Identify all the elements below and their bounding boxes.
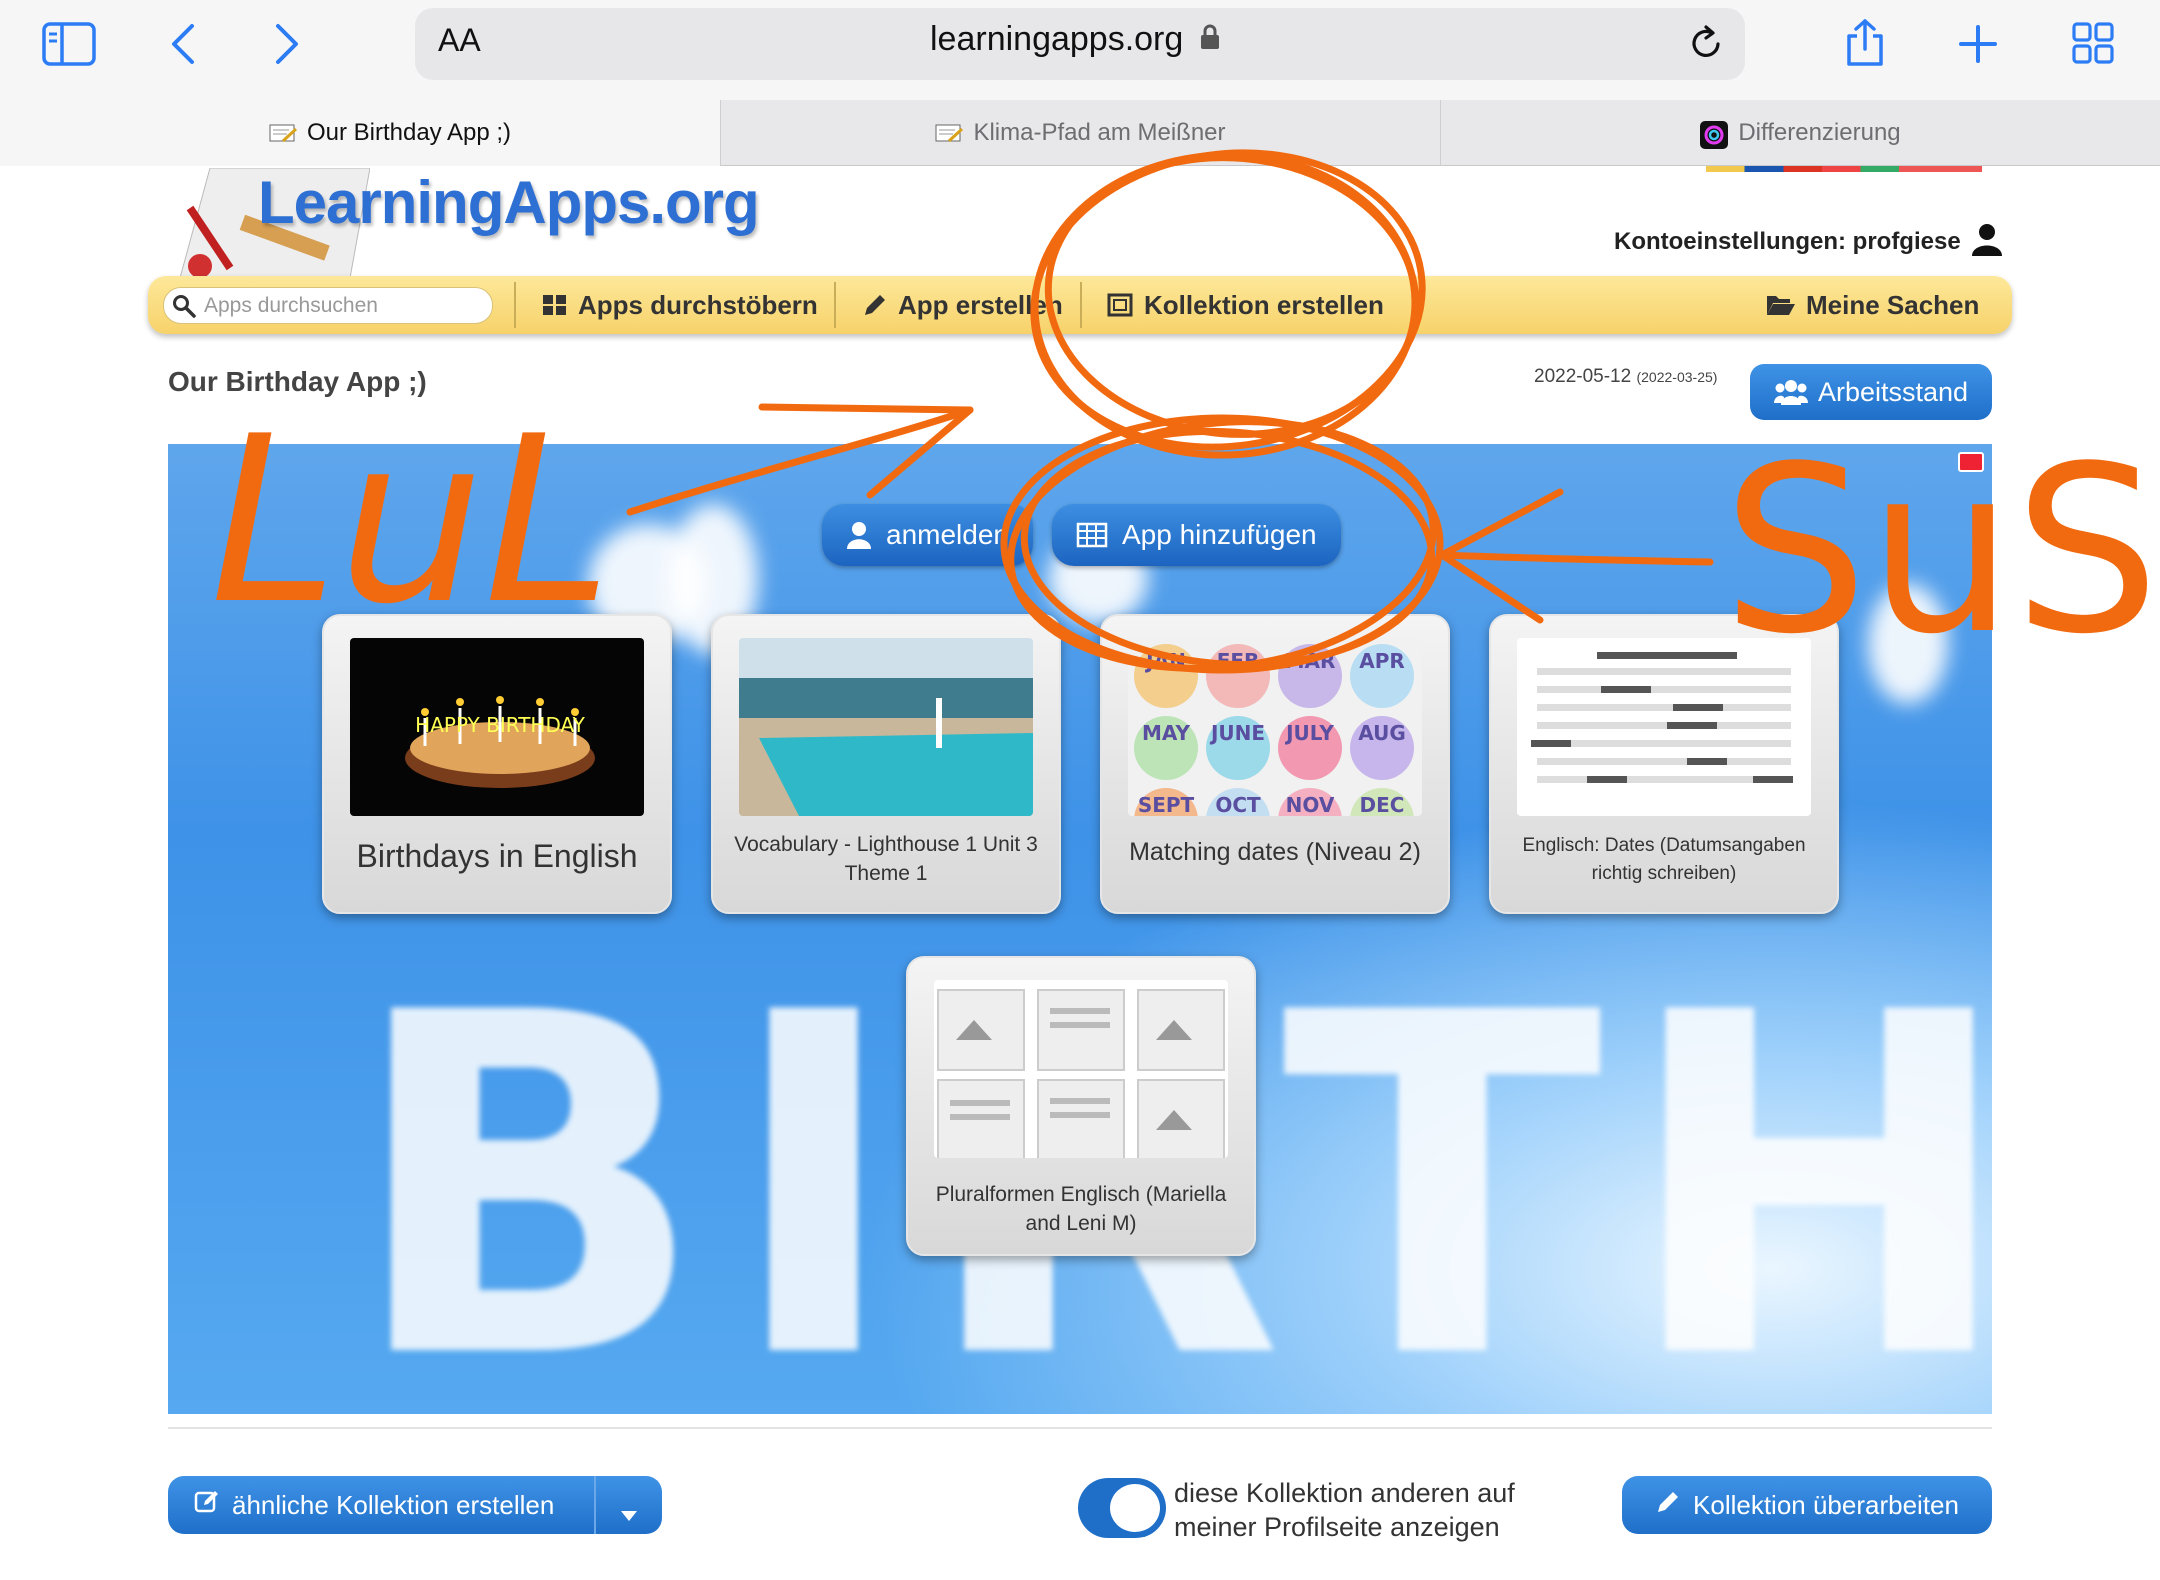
split-divider: [594, 1476, 596, 1534]
annotation-lul: LuL: [210, 388, 612, 655]
edit-collection-label: Kollektion überarbeiten: [1693, 1489, 1959, 1520]
similar-button-label: ähnliche Kollektion erstellen: [232, 1489, 555, 1520]
edit-icon: [194, 1489, 220, 1522]
toggle-label: diese Kollektion anderen auf meiner Prof…: [1174, 1478, 1515, 1542]
arrow-sus-annotation: [1438, 488, 1714, 624]
similar-collection-button[interactable]: ähnliche Kollektion erstellen: [168, 1476, 662, 1534]
pencil-icon: [1655, 1489, 1681, 1522]
caret-down-icon[interactable]: [620, 1498, 638, 1529]
toggle-knob: [1110, 1484, 1160, 1532]
annotation-sus: SuS: [1722, 418, 2160, 685]
footer-divider: [168, 1427, 1992, 1429]
edit-collection-button[interactable]: Kollektion überarbeiten: [1622, 1476, 1992, 1534]
handwritten-annotations: LuL SuS: [210, 149, 2160, 685]
arrow-lul-annotation: [626, 403, 974, 516]
